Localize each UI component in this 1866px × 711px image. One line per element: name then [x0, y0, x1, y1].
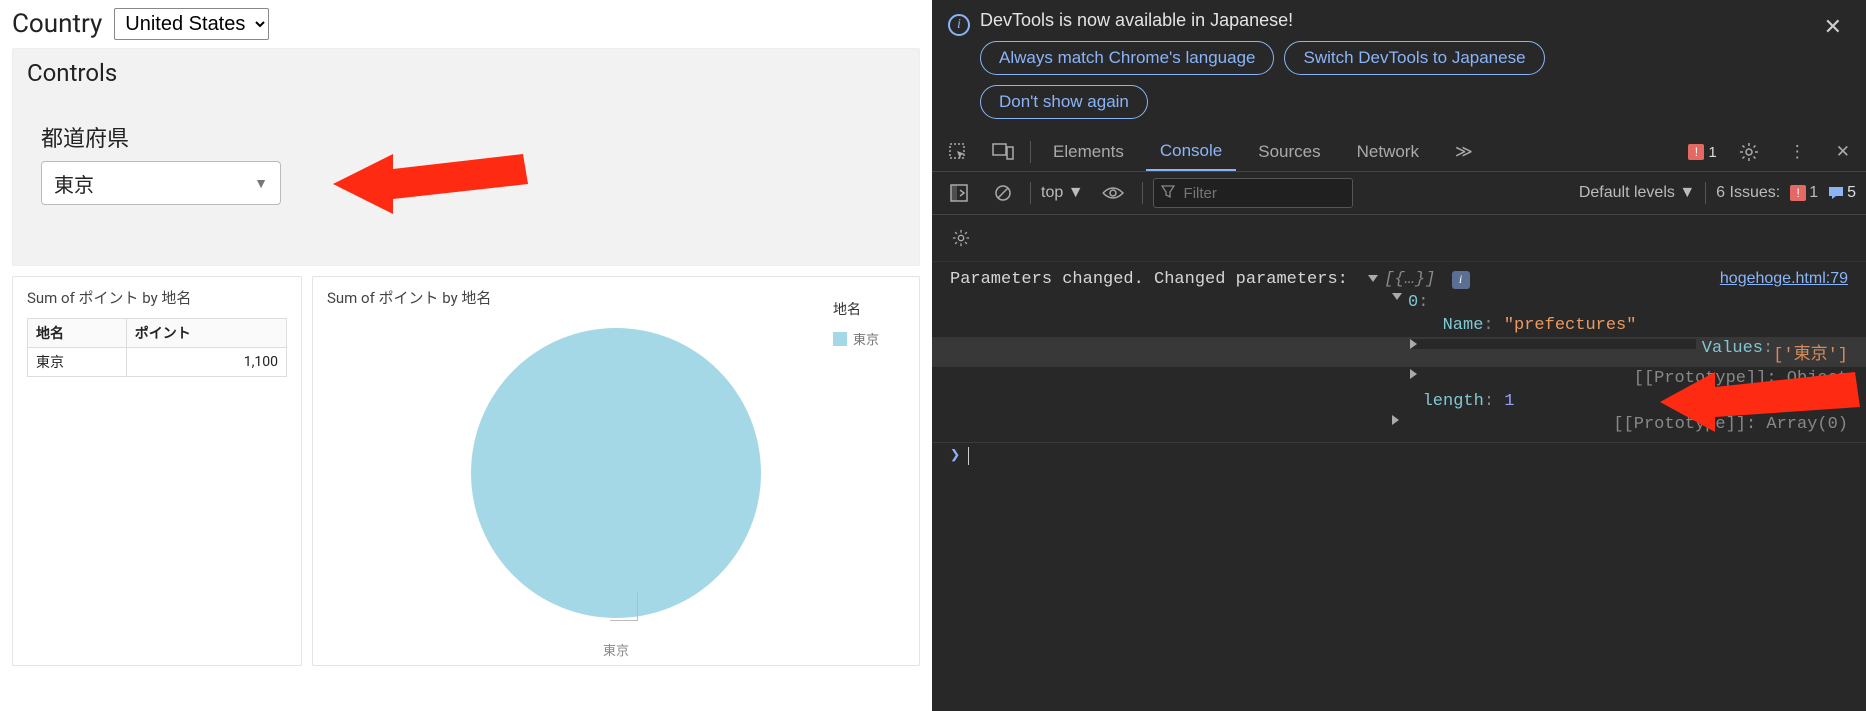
table-header-points: ポイント	[126, 319, 286, 348]
divider	[1030, 141, 1031, 163]
sidebar-toggle-icon[interactable]	[942, 178, 976, 208]
console-output[interactable]: Parameters changed. Changed parameters: …	[932, 262, 1866, 711]
table-row: 東京 1,100	[28, 348, 287, 377]
devtools-close-icon[interactable]: ✕	[1828, 136, 1858, 168]
cursor	[968, 447, 969, 465]
switch-japanese-button[interactable]: Switch DevTools to Japanese	[1284, 41, 1544, 75]
legend-label: 東京	[853, 329, 879, 348]
tab-more[interactable]: ≫	[1441, 134, 1487, 170]
clear-console-icon[interactable]	[986, 178, 1020, 208]
info-icon: i	[948, 14, 970, 36]
country-select[interactable]: United States	[114, 8, 269, 40]
error-icon: !	[1688, 144, 1704, 160]
controls-title: Controls	[13, 49, 919, 93]
devtools-info-bar: i DevTools is now available in Japanese!…	[932, 0, 1866, 129]
legend-title: 地名	[833, 299, 879, 319]
table-title: Sum of ポイント by 地名	[27, 287, 287, 308]
device-icon[interactable]	[984, 137, 1022, 167]
devtools-panel: i DevTools is now available in Japanese!…	[932, 0, 1866, 711]
pie-caption: 東京	[603, 640, 629, 659]
console-prop-row-highlighted[interactable]: Values: ['東京']	[932, 337, 1866, 367]
pie-wrap	[327, 318, 905, 638]
console-toolbar: top ▼ Default levels ▼ 6 Issues: !1 5	[932, 172, 1866, 215]
pie-legend: 地名 東京	[833, 299, 879, 348]
country-row: Country United States	[0, 0, 932, 46]
devtools-tabs: Elements Console Sources Network ≫ ! 1 ⋮…	[932, 129, 1866, 172]
prefecture-label: 都道府県	[41, 121, 919, 153]
context-selector[interactable]: top ▼	[1041, 184, 1084, 202]
pie-title: Sum of ポイント by 地名	[327, 287, 905, 308]
error-icon: !	[1790, 185, 1806, 201]
error-indicator[interactable]: ! 1	[1688, 144, 1716, 161]
filter-wrap	[1153, 178, 1353, 208]
chevron-right-icon: ❯	[950, 445, 960, 466]
divider	[1705, 182, 1706, 204]
always-match-button[interactable]: Always match Chrome's language	[980, 41, 1274, 75]
console-prop-row: length: 1	[932, 390, 1866, 413]
info-banner-text: DevTools is now available in Japanese!	[980, 10, 1806, 31]
table-card: Sum of ポイント by 地名 地名 ポイント 東京 1,100	[12, 276, 302, 666]
filter-input[interactable]	[1153, 178, 1353, 208]
issues-label: 6 Issues:	[1716, 184, 1780, 202]
pie-card: Sum of ポイント by 地名 東京 地名 東京	[312, 276, 920, 666]
pie-chart	[471, 328, 761, 618]
expand-down-icon[interactable]	[1368, 275, 1378, 282]
tab-elements[interactable]: Elements	[1039, 134, 1138, 170]
source-link[interactable]: hogehoge.html:79	[1720, 270, 1848, 288]
expand-right-icon[interactable]	[1410, 369, 1628, 379]
table-header-name: 地名	[28, 319, 127, 348]
gear-icon[interactable]	[1731, 136, 1767, 168]
console-prompt[interactable]: ❯	[932, 443, 1866, 468]
console-message-row: Parameters changed. Changed parameters: …	[932, 268, 1866, 291]
console-proto-row[interactable]: [[Prototype]]: Object	[932, 367, 1866, 390]
console-expand-row[interactable]: 0:	[932, 291, 1866, 314]
issues-indicator[interactable]: 6 Issues: !1 5	[1716, 184, 1856, 202]
pie-leader-line	[610, 593, 638, 621]
visuals-row: Sum of ポイント by 地名 地名 ポイント 東京 1,100 Sum o…	[12, 276, 920, 666]
app-left-panel: Country United States Controls 都道府県 東京 ▼…	[0, 0, 932, 711]
cell-name: 東京	[28, 348, 127, 377]
country-label: Country	[12, 9, 102, 39]
tab-network[interactable]: Network	[1343, 134, 1433, 170]
prefecture-control: 都道府県 東京 ▼	[41, 121, 919, 205]
controls-panel: Controls 都道府県 東京 ▼	[12, 48, 920, 266]
chevron-down-icon: ▼	[254, 175, 268, 192]
console-prop-row: Name: "prefectures"	[932, 314, 1866, 337]
prefecture-dropdown[interactable]: 東京 ▼	[41, 161, 281, 205]
console-settings-row	[932, 215, 1866, 262]
kebab-icon[interactable]: ⋮	[1781, 136, 1814, 168]
error-count: 1	[1708, 144, 1716, 161]
eye-icon[interactable]	[1094, 179, 1132, 207]
close-icon[interactable]: ✕	[1816, 10, 1850, 44]
divider	[1142, 182, 1143, 204]
info-content: DevTools is now available in Japanese! A…	[980, 10, 1806, 129]
console-proto-row[interactable]: [[Prototype]]: Array(0)	[932, 413, 1866, 436]
data-table: 地名 ポイント 東京 1,100	[27, 318, 287, 377]
message-icon	[1828, 186, 1844, 200]
filter-icon	[1161, 185, 1175, 199]
legend-swatch	[833, 332, 847, 346]
expand-down-icon[interactable]	[1392, 293, 1402, 300]
tab-console[interactable]: Console	[1146, 133, 1236, 171]
inspect-icon[interactable]	[940, 136, 976, 168]
cell-points: 1,100	[126, 348, 286, 377]
info-icon[interactable]: i	[1452, 271, 1470, 289]
divider	[1030, 182, 1031, 204]
tab-sources[interactable]: Sources	[1244, 134, 1334, 170]
dont-show-button[interactable]: Don't show again	[980, 85, 1148, 119]
expand-right-icon[interactable]	[1392, 415, 1607, 425]
legend-item: 東京	[833, 329, 879, 348]
expand-right-icon[interactable]	[1410, 339, 1696, 349]
levels-selector[interactable]: Default levels ▼	[1579, 184, 1695, 202]
prefecture-value: 東京	[54, 169, 94, 198]
gear-icon[interactable]	[944, 223, 1854, 253]
